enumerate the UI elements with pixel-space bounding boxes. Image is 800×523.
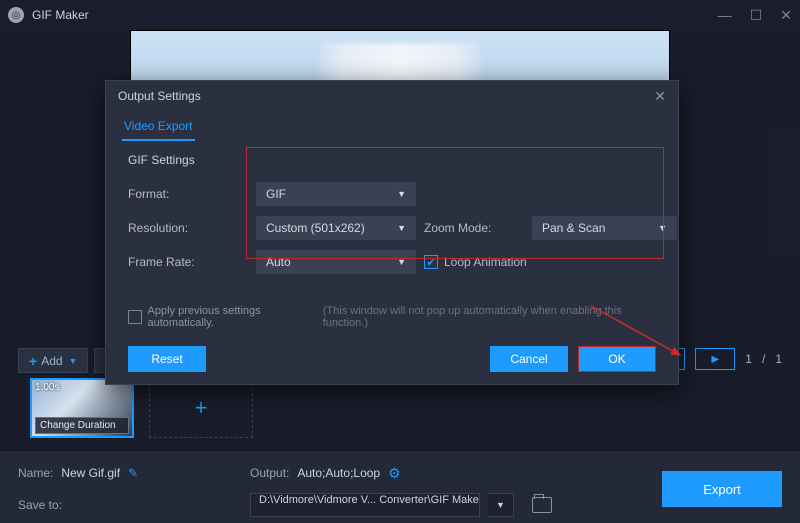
saveto-label: Save to: xyxy=(18,498,62,512)
resolution-value: Custom (501x262) xyxy=(266,221,365,235)
output-label: Output: xyxy=(250,466,289,480)
cancel-button[interactable]: Cancel xyxy=(490,346,568,372)
titlebar: ◎ GIF Maker — ☐ ✕ xyxy=(0,0,800,30)
bottom-bar: Name: New Gif.gif ✎ Output: Auto;Auto;Lo… xyxy=(0,450,800,523)
open-folder-icon[interactable] xyxy=(532,497,552,513)
tab-video-export[interactable]: Video Export xyxy=(122,113,195,141)
output-value: Auto;Auto;Loop xyxy=(297,466,380,480)
framerate-value: Auto xyxy=(266,255,291,269)
saveto-path[interactable]: D:\Vidmore\Vidmore V... Converter\GIF Ma… xyxy=(250,493,480,517)
format-select[interactable]: GIF ▼ xyxy=(256,182,416,206)
output-settings-dialog: Output Settings ✕ Video Export GIF Setti… xyxy=(105,80,679,385)
loop-animation-label: Loop Animation xyxy=(444,255,527,269)
auto-apply-hint: (This window will not pop up automatical… xyxy=(323,305,656,329)
resolution-label: Resolution: xyxy=(128,221,248,235)
format-value: GIF xyxy=(266,187,286,201)
framerate-label: Frame Rate: xyxy=(128,255,248,269)
zoom-mode-select[interactable]: Pan & Scan ▼ xyxy=(532,216,677,240)
format-label: Format: xyxy=(128,187,248,201)
maximize-icon[interactable]: ☐ xyxy=(750,7,763,24)
saveto-dropdown[interactable]: ▼ xyxy=(488,493,514,517)
chevron-down-icon: ▼ xyxy=(397,223,406,233)
auto-apply-label: Apply previous settings automatically. xyxy=(148,305,323,329)
resolution-select[interactable]: Custom (501x262) ▼ xyxy=(256,216,416,240)
framerate-select[interactable]: Auto ▼ xyxy=(256,250,416,274)
app-title: GIF Maker xyxy=(32,8,718,22)
name-label: Name: xyxy=(18,466,53,480)
reset-button[interactable]: Reset xyxy=(128,346,206,372)
zoom-mode-label: Zoom Mode: xyxy=(424,221,524,235)
minimize-icon[interactable]: — xyxy=(718,7,732,24)
name-value: New Gif.gif xyxy=(61,466,120,480)
close-icon[interactable]: ✕ xyxy=(780,7,792,24)
export-button[interactable]: Export xyxy=(662,471,782,507)
gif-settings-heading: GIF Settings xyxy=(128,153,656,167)
chevron-down-icon: ▼ xyxy=(397,189,406,199)
auto-apply-checkbox[interactable]: ✔ xyxy=(128,310,142,324)
output-settings-icon[interactable]: ⚙ xyxy=(388,465,401,482)
ok-button[interactable]: OK xyxy=(578,346,656,372)
dialog-close-icon[interactable]: ✕ xyxy=(654,88,666,105)
app-logo-icon: ◎ xyxy=(8,7,24,23)
chevron-down-icon: ▼ xyxy=(397,257,406,267)
edit-name-icon[interactable]: ✎ xyxy=(128,466,138,480)
dialog-title: Output Settings xyxy=(118,89,201,103)
zoom-mode-value: Pan & Scan xyxy=(542,221,605,235)
chevron-down-icon: ▼ xyxy=(658,223,667,233)
loop-animation-checkbox[interactable]: ✔ xyxy=(424,255,438,269)
